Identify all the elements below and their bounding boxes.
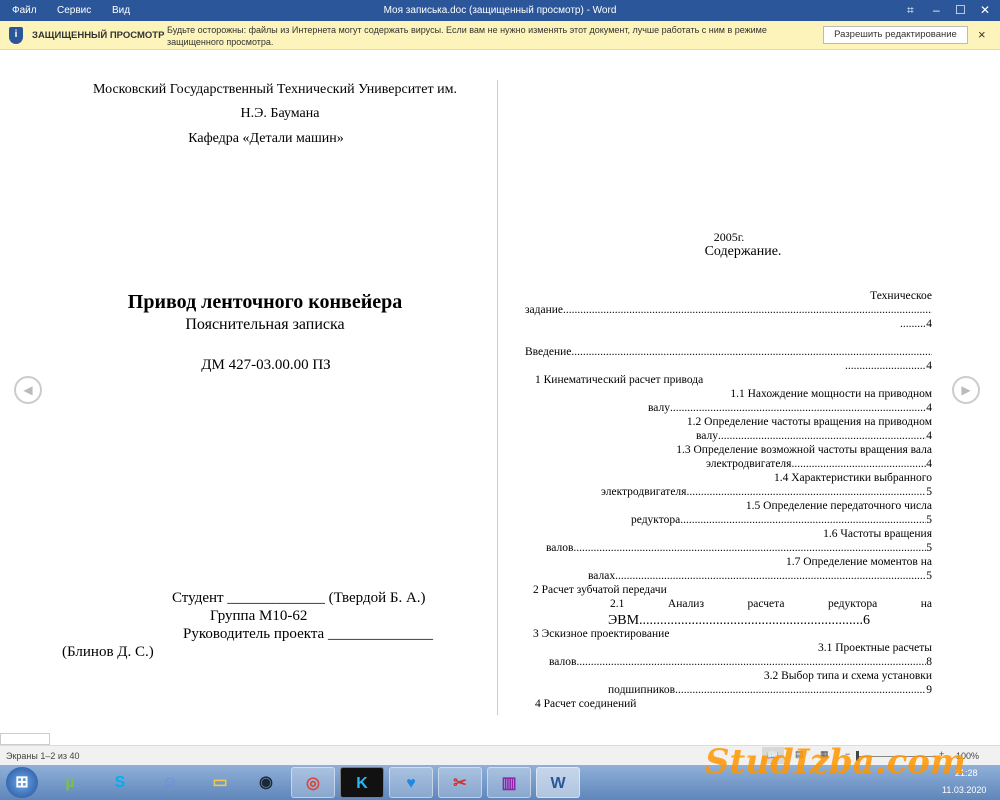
toc-line: 1.3 Определение возможной частоты вращен… xyxy=(676,444,932,456)
toc-line: валах5 xyxy=(588,569,932,583)
toc-line: 1 Кинематический расчет привода xyxy=(535,374,704,386)
supervisor-line: Руководитель проекта ______________ xyxy=(183,626,433,642)
next-screen-button[interactable]: ▶ xyxy=(952,376,980,404)
protected-view-label: ЗАЩИЩЕННЫЙ ПРОСМОТР xyxy=(32,30,165,41)
heart-app-icon[interactable]: ♥ xyxy=(389,767,433,798)
toc-line: 1.4 Характеристики выбранного xyxy=(774,472,932,484)
maximize-icon[interactable]: ☐ xyxy=(955,3,966,17)
toc-line: 3 Эскизное проектирование xyxy=(533,628,670,640)
chrome-icon[interactable]: ◎ xyxy=(291,767,335,798)
discord-icon[interactable]: ☺ xyxy=(148,767,192,798)
skype-icon[interactable]: S xyxy=(98,767,142,798)
toc-line: 4 Расчет соединений xyxy=(535,698,637,710)
utorrent-icon[interactable]: µ xyxy=(48,767,92,798)
title-bar: Файл Сервис Вид Моя записька.doc (защище… xyxy=(0,0,1000,21)
window-title: Моя записька.doc (защищенный просмотр) -… xyxy=(383,5,617,16)
doc-code: ДМ 427-03.00.00 ПЗ xyxy=(201,357,331,373)
toc-line: задание xyxy=(525,303,932,317)
protected-message-2: защищенного просмотра. xyxy=(167,37,274,47)
toc-line: валов5 xyxy=(546,541,932,555)
minimize-icon[interactable]: – xyxy=(933,3,940,17)
toc-line: валу4 xyxy=(648,401,932,415)
toc-line: Техническое xyxy=(870,290,932,302)
year: 2005г. xyxy=(713,230,745,244)
toc-line: 1.1 Нахождение мощности на приводном xyxy=(730,388,932,400)
close-bar-icon[interactable]: × xyxy=(978,27,986,42)
protected-message: Будьте осторожны: файлы из Интернета мог… xyxy=(167,25,767,35)
toc-line: 1.5 Определение передаточного числа xyxy=(745,500,932,512)
group-line: Группа М10-62 xyxy=(210,608,308,624)
toc-line: 2.1 Анализ расчета редуктора на xyxy=(610,598,932,610)
close-icon[interactable]: ✕ xyxy=(980,3,990,17)
toc-line: 3.1 Проектные расчеты xyxy=(818,642,932,654)
page-divider xyxy=(497,80,498,715)
toc-line: подшипников9 xyxy=(608,683,932,697)
word-icon[interactable]: W xyxy=(536,767,580,798)
university-line-2: Н.Э. Баумана xyxy=(240,106,320,121)
toc-line: 4 xyxy=(845,359,932,373)
toc-line: валу4 xyxy=(696,429,932,443)
university-line: Московский Государственный Технический У… xyxy=(93,82,457,97)
winrar-icon[interactable]: ▥ xyxy=(487,767,531,798)
shield-info-icon: i xyxy=(9,27,23,44)
protected-view-bar: i ЗАЩИЩЕННЫЙ ПРОСМОТР Будьте осторожны: … xyxy=(0,21,1000,50)
toc-line: 1.6 Частоты вращения xyxy=(823,528,932,540)
enable-editing-button[interactable]: Разрешить редактирование xyxy=(823,26,968,44)
toc-line: редуктора5 xyxy=(631,513,932,527)
prev-screen-button[interactable]: ◀ xyxy=(14,376,42,404)
toc-line: 2 Расчет зубчатой передачи xyxy=(533,584,667,596)
steam-icon[interactable]: ◉ xyxy=(244,767,288,798)
toc-line: Введение xyxy=(525,345,932,359)
start-button[interactable]: ⊞ xyxy=(6,767,38,798)
doc-subtitle: Пояснительная записка xyxy=(185,316,345,333)
snipping-tool-icon[interactable]: ✂ xyxy=(438,767,482,798)
clock-date[interactable]: 11.03.2020 xyxy=(942,785,986,795)
supervisor-name: (Блинов Д. С.) xyxy=(62,644,154,660)
student-line: Студент _____________ (Твердой Б. А.) xyxy=(172,590,426,606)
explorer-icon[interactable]: ▭ xyxy=(198,767,242,798)
fullscreen-icon[interactable]: ⌗ xyxy=(907,3,914,18)
toc-heading: Содержание. xyxy=(704,244,782,259)
watermark: StudIzba.com xyxy=(705,742,966,782)
toc-line: электродвигателя4 xyxy=(706,457,932,471)
department: Кафедра «Детали машин» xyxy=(188,131,344,146)
screen-count: Экраны 1–2 из 40 xyxy=(6,751,80,761)
toc-line: валов8 xyxy=(549,655,932,669)
toc-line: электродвигателя5 xyxy=(601,485,932,499)
toc-line: 1.7 Определение моментов на xyxy=(785,556,932,568)
toc-line: 3.2 Выбор типа и схема установки xyxy=(763,670,932,682)
toc-line: 4 xyxy=(900,317,932,331)
app-k-icon[interactable]: K xyxy=(340,767,384,798)
toc-line: 1.2 Определение частоты вращения на прив… xyxy=(686,416,932,428)
horizontal-scrollbar[interactable] xyxy=(0,733,50,745)
doc-title: Привод ленточного конвейера xyxy=(127,291,403,313)
